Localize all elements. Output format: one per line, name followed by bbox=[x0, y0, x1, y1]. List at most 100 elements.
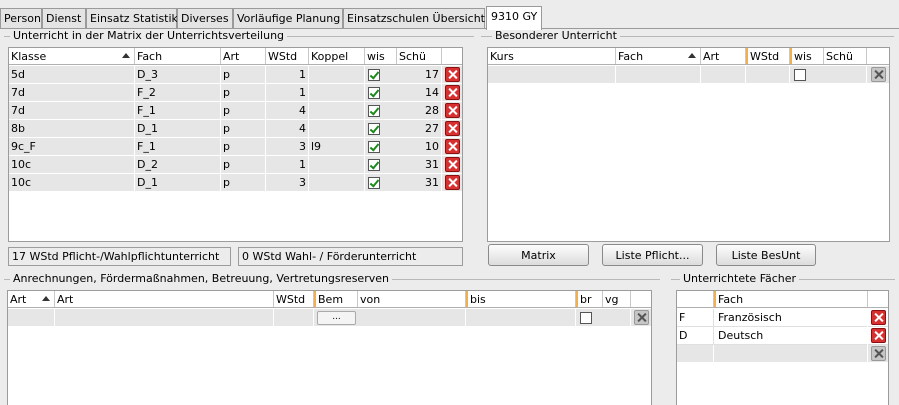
col-wstd[interactable]: WStd bbox=[746, 48, 790, 64]
col-fach[interactable]: Fach bbox=[135, 48, 221, 64]
matrix-table-header: Klasse Fach Art WStd Koppel wis Schü bbox=[9, 48, 462, 65]
besonderer-table[interactable]: Kurs Fach Art WStd wis Schü bbox=[487, 47, 890, 242]
cell-wstd: 1 bbox=[266, 156, 309, 174]
col-art[interactable]: Art bbox=[701, 48, 746, 64]
col-bis[interactable]: bis bbox=[466, 291, 576, 307]
cell-wstd: 1 bbox=[266, 84, 309, 102]
cell-schue: 31 bbox=[397, 174, 442, 192]
cell-art: p bbox=[221, 84, 266, 102]
tab-person[interactable]: Person bbox=[0, 8, 42, 29]
wis-checkbox[interactable] bbox=[368, 69, 380, 81]
delete-icon[interactable] bbox=[445, 121, 460, 136]
matrix-button[interactable]: Matrix bbox=[488, 244, 589, 266]
wis-checkbox[interactable] bbox=[368, 87, 380, 99]
col-delete bbox=[868, 291, 888, 307]
table-row[interactable]: 10c D_1 p 3 31 bbox=[9, 174, 462, 192]
cell-koppel bbox=[309, 84, 365, 102]
table-row[interactable]: 5d D_3 p 1 17 bbox=[9, 66, 462, 84]
faecher-table[interactable]: Fach F Französisch D Deutsch bbox=[676, 290, 889, 405]
delete-icon[interactable] bbox=[871, 67, 886, 82]
table-row[interactable]: D Deutsch bbox=[677, 327, 888, 345]
cell-koppel bbox=[309, 66, 365, 84]
tab-bar: Person Dienst Einsatz Statistik Diverses… bbox=[0, 6, 899, 30]
cell-fach: D_1 bbox=[135, 174, 221, 192]
col-art[interactable]: Art bbox=[221, 48, 266, 64]
cell-wstd: 4 bbox=[266, 120, 309, 138]
wis-checkbox[interactable] bbox=[368, 141, 380, 153]
wis-checkbox[interactable] bbox=[368, 159, 380, 171]
cell-art: p bbox=[221, 102, 266, 120]
cell-fach bbox=[714, 345, 868, 363]
col-art[interactable]: Art bbox=[55, 291, 274, 307]
wis-checkbox[interactable] bbox=[794, 69, 806, 81]
cell-fach: D_2 bbox=[135, 156, 221, 174]
delete-icon[interactable] bbox=[445, 67, 460, 82]
col-fach[interactable]: Fach bbox=[616, 48, 701, 64]
col-wstd[interactable]: WStd bbox=[266, 48, 309, 64]
cell-schue: 27 bbox=[397, 120, 442, 138]
tab-einsatz-statistik[interactable]: Einsatz Statistik bbox=[86, 8, 178, 29]
col-klasse[interactable]: Klasse bbox=[9, 48, 135, 64]
col-vg[interactable]: vg bbox=[603, 291, 631, 307]
table-row[interactable]: 10c D_2 p 1 31 bbox=[9, 156, 462, 174]
table-row[interactable]: 7d F_1 p 4 28 bbox=[9, 102, 462, 120]
wis-checkbox[interactable] bbox=[368, 177, 380, 189]
col-code[interactable] bbox=[677, 291, 714, 307]
table-row-empty[interactable] bbox=[677, 345, 888, 363]
cell-art: p bbox=[221, 156, 266, 174]
summary-pflicht: 17 WStd Pflicht-/Wahlpflichtunterricht bbox=[8, 247, 231, 266]
wis-checkbox[interactable] bbox=[368, 123, 380, 135]
liste-pflicht-button[interactable]: Liste Pflicht... bbox=[602, 244, 703, 266]
table-row[interactable]: 7d F_2 p 1 14 bbox=[9, 84, 462, 102]
cell-art: p bbox=[221, 174, 266, 192]
anrechnungen-table[interactable]: Art Art WStd Bem von bis br vg ... bbox=[7, 290, 652, 405]
cell-klasse: 9c_F bbox=[9, 138, 135, 156]
col-wstd[interactable]: WStd bbox=[274, 291, 314, 307]
col-kurs[interactable]: Kurs bbox=[488, 48, 616, 64]
delete-icon[interactable] bbox=[445, 85, 460, 100]
table-row[interactable]: 9c_F F_1 p 3 l9 10 bbox=[9, 138, 462, 156]
delete-icon[interactable] bbox=[871, 310, 886, 325]
tab-9310-gy[interactable]: 9310 GY bbox=[486, 6, 542, 30]
tab-vorlaeufige-planung[interactable]: Vorläufige Planung bbox=[233, 8, 343, 29]
cell-kurs bbox=[488, 66, 616, 84]
summary-wahl: 0 WStd Wahl- / Förderunterricht bbox=[238, 247, 463, 266]
delete-icon[interactable] bbox=[445, 103, 460, 118]
col-bem[interactable]: Bem bbox=[314, 291, 358, 307]
col-wis[interactable]: wis bbox=[790, 48, 824, 64]
col-koppel[interactable]: Koppel bbox=[309, 48, 365, 64]
cell-koppel bbox=[309, 120, 365, 138]
tab-diverses[interactable]: Diverses bbox=[177, 8, 233, 29]
col-schue[interactable]: Schü bbox=[824, 48, 867, 64]
cell-wstd bbox=[746, 66, 790, 84]
col-br[interactable]: br bbox=[576, 291, 603, 307]
delete-icon[interactable] bbox=[871, 346, 886, 361]
delete-icon[interactable] bbox=[445, 139, 460, 154]
col-wis[interactable]: wis bbox=[365, 48, 397, 64]
col-von[interactable]: von bbox=[358, 291, 466, 307]
col-schue[interactable]: Schü bbox=[397, 48, 442, 64]
tab-dienst[interactable]: Dienst bbox=[42, 8, 86, 29]
delete-icon[interactable] bbox=[445, 157, 460, 172]
table-row[interactable]: F Französisch bbox=[677, 309, 888, 327]
col-art-code[interactable]: Art bbox=[8, 291, 55, 307]
delete-icon[interactable] bbox=[634, 310, 649, 325]
tab-einsatzschulen-uebersicht[interactable]: Einsatzschulen Übersicht bbox=[343, 8, 485, 29]
cell-art bbox=[55, 309, 274, 327]
liste-besunt-button[interactable]: Liste BesUnt bbox=[716, 244, 816, 266]
cell-schue: 28 bbox=[397, 102, 442, 120]
bem-picker-button[interactable]: ... bbox=[317, 311, 356, 325]
table-row[interactable]: 8b D_1 p 4 27 bbox=[9, 120, 462, 138]
wis-checkbox[interactable] bbox=[368, 105, 380, 117]
cell-fach bbox=[616, 66, 701, 84]
cell-art: p bbox=[221, 120, 266, 138]
matrix-table[interactable]: Klasse Fach Art WStd Koppel wis Schü 5d … bbox=[8, 47, 463, 242]
br-checkbox[interactable] bbox=[580, 312, 592, 324]
col-delete bbox=[631, 291, 651, 307]
cell-schue bbox=[824, 66, 867, 84]
delete-icon[interactable] bbox=[871, 328, 886, 343]
table-row-empty[interactable] bbox=[488, 66, 889, 84]
delete-icon[interactable] bbox=[445, 175, 460, 190]
table-row-empty[interactable]: ... bbox=[8, 309, 651, 327]
col-fach[interactable]: Fach bbox=[714, 291, 868, 307]
